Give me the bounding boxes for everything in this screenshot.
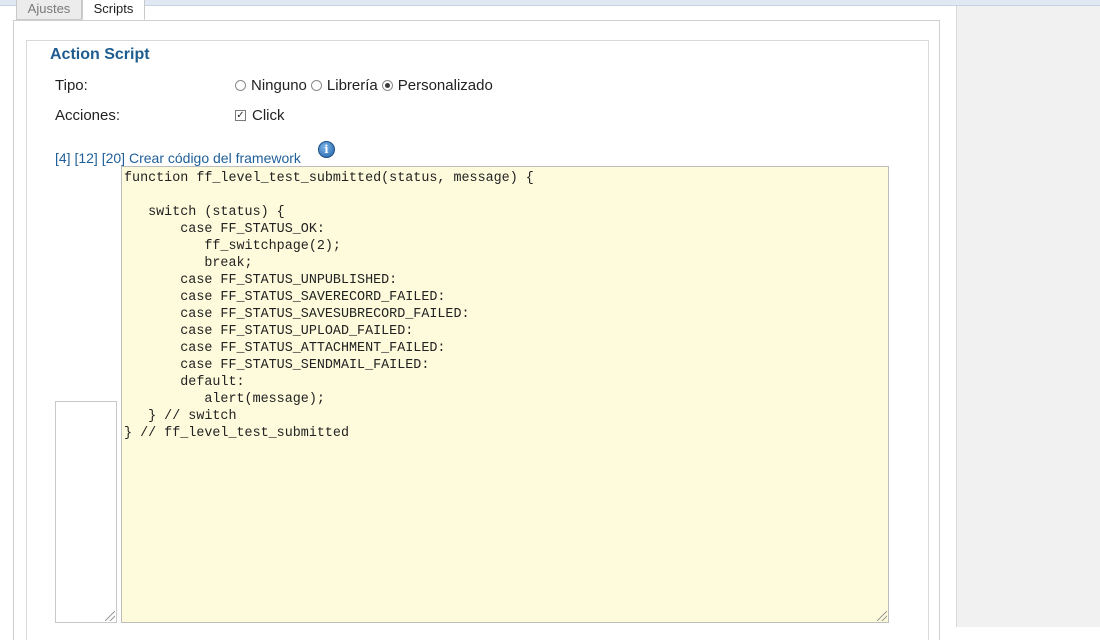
tipo-radio-group: Ninguno Librería Personalizado — [235, 77, 497, 94]
top-strip — [0, 0, 1100, 6]
code-editor[interactable]: function ff_level_test_submitted(status,… — [121, 166, 889, 623]
link-4[interactable]: [4] — [55, 150, 71, 166]
acciones-group: ✓ Click — [235, 107, 289, 124]
tab-ajustes[interactable]: Ajustes — [16, 0, 82, 20]
line-number-gutter — [55, 401, 117, 623]
right-gutter — [956, 6, 1100, 627]
section-title: Action Script — [50, 46, 150, 63]
create-framework-code-link[interactable]: Crear código del framework — [129, 150, 301, 166]
info-icon[interactable]: i — [318, 141, 335, 158]
tipo-label: Tipo: — [55, 77, 88, 94]
radio-ninguno[interactable] — [235, 80, 246, 91]
radio-libreria[interactable] — [310, 80, 322, 91]
acciones-label: Acciones: — [55, 107, 121, 124]
link-20[interactable]: [20] — [102, 150, 125, 166]
tab-scripts[interactable]: Scripts — [82, 0, 145, 20]
link-12[interactable]: [12] — [74, 150, 97, 166]
radio-libreria-label[interactable]: Librería — [327, 77, 378, 94]
radio-personalizado-label[interactable]: Personalizado — [398, 77, 493, 94]
radio-personalizado[interactable] — [381, 80, 393, 91]
click-checkbox[interactable]: ✓ — [235, 110, 246, 121]
editor-resize-grip-icon[interactable] — [877, 611, 887, 621]
radio-ninguno-label[interactable]: Ninguno — [251, 77, 307, 94]
click-checkbox-label[interactable]: Click — [252, 107, 285, 124]
framework-links: [4] [12] [20] Crear código del framework — [55, 150, 301, 166]
gutter-resize-grip-icon[interactable] — [105, 611, 115, 621]
